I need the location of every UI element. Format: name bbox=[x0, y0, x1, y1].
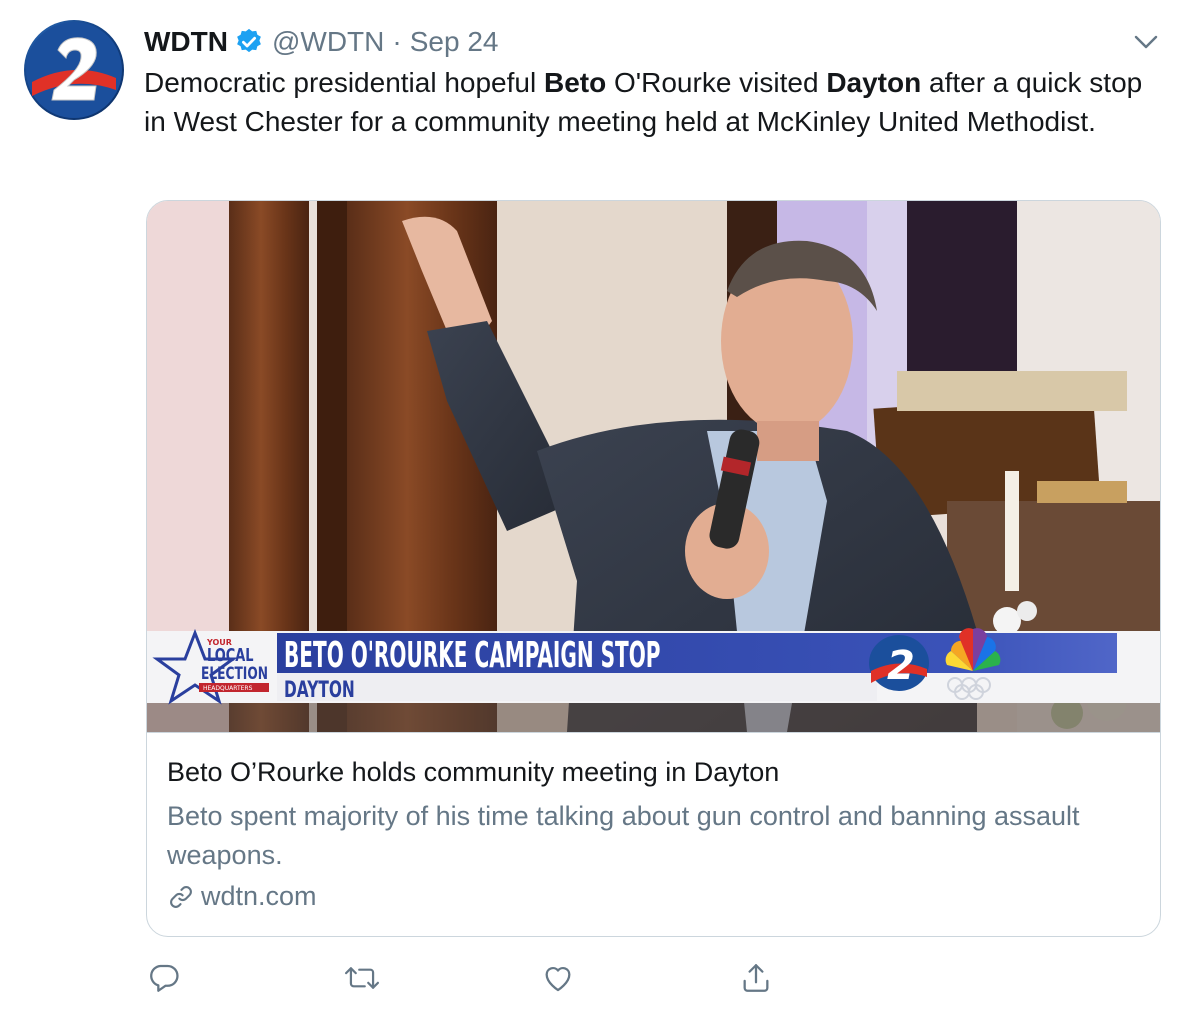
retweet-button[interactable] bbox=[342, 958, 382, 998]
reply-button[interactable] bbox=[144, 958, 184, 998]
separator: · bbox=[392, 26, 402, 57]
card-domain[interactable]: wdtn.com bbox=[167, 881, 317, 912]
link-icon bbox=[170, 885, 192, 908]
tweet-text-segment: Democratic presidential hopeful bbox=[144, 67, 544, 98]
card-title[interactable]: Beto O’Rourke holds community meeting in… bbox=[167, 757, 779, 788]
card-description[interactable]: Beto spent majority of his time talking … bbox=[167, 797, 1127, 874]
heart-icon bbox=[545, 967, 571, 992]
like-button[interactable] bbox=[538, 958, 578, 998]
svg-text:2: 2 bbox=[887, 643, 915, 689]
timestamp[interactable]: Sep 24 bbox=[410, 26, 499, 58]
link-card[interactable]: YOUR LOCAL ELECTION HEADQUARTERS BETO O'… bbox=[146, 200, 1161, 937]
retweet-icon bbox=[344, 967, 380, 989]
card-image[interactable]: YOUR LOCAL ELECTION HEADQUARTERS BETO O'… bbox=[147, 201, 1160, 732]
tweet-text: Democratic presidential hopeful Beto O'R… bbox=[144, 64, 1154, 141]
share-icon bbox=[743, 964, 769, 992]
handle[interactable]: @WDTN bbox=[272, 26, 384, 58]
tweet-header: WDTN @WDTN · Sep 24 bbox=[144, 24, 498, 60]
lower-third-location: DAYTON bbox=[284, 677, 355, 702]
tweet[interactable]: WDTN @WDTN · Sep 24 Democratic president… bbox=[0, 0, 1180, 1012]
channel-2-logo-icon: 2 bbox=[869, 635, 929, 691]
verified-badge-icon bbox=[237, 28, 261, 53]
badge-line2: LOCAL bbox=[207, 644, 253, 665]
reply-icon bbox=[150, 964, 179, 992]
card-domain-label: wdtn.com bbox=[201, 881, 317, 911]
tweet-text-segment: O'Rourke visited bbox=[606, 67, 827, 98]
card-divider bbox=[147, 732, 1160, 733]
badge-line4: HEADQUARTERS bbox=[203, 685, 253, 692]
tweet-text-bold-segment: Dayton bbox=[826, 67, 922, 98]
badge-line3: ELECTION bbox=[201, 664, 268, 684]
avatar[interactable] bbox=[24, 20, 124, 120]
wdtn-2-logo-icon bbox=[26, 22, 122, 118]
share-button[interactable] bbox=[736, 958, 776, 998]
chevron-down-icon[interactable] bbox=[1130, 28, 1162, 56]
tweet-text-bold-segment: Beto bbox=[543, 67, 607, 98]
display-name[interactable]: WDTN bbox=[144, 26, 228, 58]
lower-third-headline: BETO O'ROURKE CAMPAIGN STOP bbox=[284, 635, 661, 677]
